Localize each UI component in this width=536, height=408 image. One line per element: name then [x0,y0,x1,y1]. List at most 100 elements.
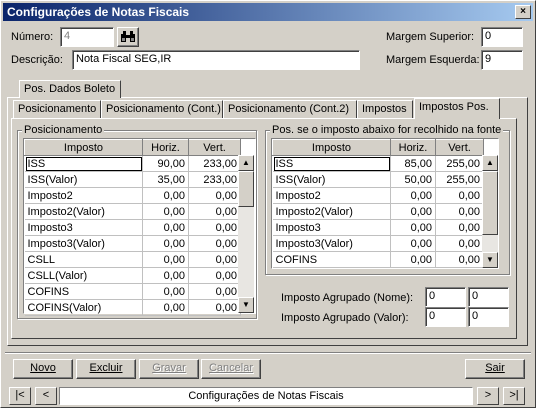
imposto-cell[interactable]: Imposto3 [272,219,391,236]
tab-posicionamento[interactable]: Posicionamento [13,100,101,118]
vert-cell[interactable]: 0,00 [188,251,241,268]
table-row[interactable]: COFINS 0,00 0,00 [272,251,484,268]
column-header-vert[interactable]: Vert. [435,139,484,156]
nav-first-button[interactable]: |< [9,387,31,405]
horiz-cell[interactable]: 0,00 [390,203,436,220]
table-row[interactable]: Imposto2(Valor) 0,00 0,00 [24,203,241,220]
scroll-thumb[interactable] [238,171,254,207]
imposto-cell[interactable]: CSLL [24,251,143,268]
horiz-cell[interactable]: 0,00 [142,299,189,316]
horiz-cell[interactable]: 0,00 [142,235,189,252]
imposto-cell[interactable]: Imposto3(Valor) [272,235,391,252]
tab-posicionamento-cont[interactable]: Posicionamento (Cont.) [101,100,223,118]
cancelar-button[interactable]: Cancelar [201,359,261,379]
imposto-cell[interactable]: CSLL(Valor) [24,267,143,284]
vert-cell[interactable]: 0,00 [188,235,241,252]
column-header-vert[interactable]: Vert. [188,139,241,156]
imposto-cell[interactable]: COFINS [272,251,391,268]
gravar-button[interactable]: Gravar [139,359,199,379]
agrupado-nome-x-field[interactable]: 0 [425,287,466,307]
vert-cell[interactable]: 255,00 [435,171,484,188]
agrupado-valor-y-field[interactable]: 0 [468,307,509,327]
imposto-cell[interactable]: COFINS(Valor) [24,299,143,316]
column-header-imposto[interactable]: Imposto [272,139,391,156]
vert-cell[interactable]: 0,00 [435,187,484,204]
column-header-horiz[interactable]: Horiz. [390,139,436,156]
novo-button[interactable]: Novo [13,359,73,379]
horiz-cell[interactable]: 0,00 [142,219,189,236]
margem-superior-field[interactable]: 0 [481,27,523,47]
nav-next-button[interactable]: > [477,387,499,405]
table-row[interactable]: COFINS(Valor) 0,00 0,00 [24,299,241,316]
scroll-down-button[interactable]: ▼ [482,252,498,268]
margem-esquerda-field[interactable]: 9 [481,50,523,70]
vert-cell[interactable]: 255,00 [435,155,484,172]
posicionamento-grid[interactable]: Imposto Horiz. Vert. ISS 90,00 233,00 ISS(V… [23,138,256,316]
horiz-cell[interactable]: 0,00 [142,283,189,300]
tab-pos-dados-boleto[interactable]: Pos. Dados Boleto [19,80,121,98]
horiz-cell[interactable]: 0,00 [390,235,436,252]
imposto-cell[interactable]: Imposto3(Valor) [24,235,143,252]
vert-cell[interactable]: 233,00 [188,155,241,172]
table-row[interactable]: Imposto3(Valor) 0,00 0,00 [24,235,241,252]
table-row[interactable]: Imposto3 0,00 0,00 [272,219,484,236]
horiz-cell[interactable]: 85,00 [390,155,436,172]
agrupado-valor-x-field[interactable]: 0 [425,307,466,327]
table-row[interactable]: Imposto3(Valor) 0,00 0,00 [272,235,484,252]
imposto-cell[interactable]: Imposto2 [272,187,391,204]
horiz-cell[interactable]: 0,00 [142,203,189,220]
table-row[interactable]: Imposto3 0,00 0,00 [24,219,241,236]
vert-cell[interactable]: 0,00 [188,299,241,316]
vert-cell[interactable]: 0,00 [435,251,484,268]
imposto-cell[interactable]: ISS [24,155,143,172]
imposto-cell[interactable]: Imposto2(Valor) [24,203,143,220]
table-row[interactable]: ISS 90,00 233,00 [24,155,241,172]
horiz-cell[interactable]: 35,00 [142,171,189,188]
table-row[interactable]: ISS 85,00 255,00 [272,155,484,172]
imposto-cell[interactable]: Imposto2 [24,187,143,204]
horiz-cell[interactable]: 90,00 [142,155,189,172]
search-button[interactable] [117,27,139,47]
nav-prev-button[interactable]: < [35,387,57,405]
tab-posicionamento-cont2[interactable]: Posicionamento (Cont.2) [223,100,357,118]
imposto-cell[interactable]: ISS(Valor) [24,171,143,188]
horiz-cell[interactable]: 0,00 [390,251,436,268]
vert-cell[interactable]: 0,00 [188,267,241,284]
scroll-thumb[interactable] [482,171,498,235]
scroll-down-button[interactable]: ▼ [238,297,254,313]
nav-last-button[interactable]: >| [503,387,525,405]
imposto-cell[interactable]: COFINS [24,283,143,300]
horiz-cell[interactable]: 0,00 [142,251,189,268]
column-header-imposto[interactable]: Imposto [24,139,143,156]
vert-cell[interactable]: 0,00 [435,203,484,220]
vert-cell[interactable]: 0,00 [435,235,484,252]
imposto-cell[interactable]: Imposto3 [24,219,143,236]
numero-field[interactable]: 4 [60,27,114,47]
vert-cell[interactable]: 0,00 [188,283,241,300]
horiz-cell[interactable]: 0,00 [142,267,189,284]
horiz-cell[interactable]: 0,00 [390,187,436,204]
horiz-cell[interactable]: 0,00 [142,187,189,204]
left-vertical-scrollbar[interactable]: ▲ ▼ [238,155,254,313]
table-row[interactable]: ISS(Valor) 50,00 255,00 [272,171,484,188]
vert-cell[interactable]: 0,00 [188,187,241,204]
vert-cell[interactable]: 233,00 [188,171,241,188]
horiz-cell[interactable]: 0,00 [390,219,436,236]
table-row[interactable]: Imposto2(Valor) 0,00 0,00 [272,203,484,220]
vert-cell[interactable]: 0,00 [435,219,484,236]
right-vertical-scrollbar[interactable]: ▲ ▼ [482,155,498,268]
scroll-up-button[interactable]: ▲ [238,155,254,171]
horiz-cell[interactable]: 50,00 [390,171,436,188]
table-row[interactable]: Imposto2 0,00 0,00 [24,187,241,204]
column-header-horiz[interactable]: Horiz. [142,139,189,156]
vert-cell[interactable]: 0,00 [188,219,241,236]
tab-impostos-pos[interactable]: Impostos Pos. [414,98,500,119]
scroll-up-button[interactable]: ▲ [482,155,498,171]
sair-button[interactable]: Sair [465,359,525,379]
imposto-cell[interactable]: ISS(Valor) [272,171,391,188]
descricao-field[interactable]: Nota Fiscal SEG,IR [72,50,360,70]
imposto-cell[interactable]: Imposto2(Valor) [272,203,391,220]
table-row[interactable]: ISS(Valor) 35,00 233,00 [24,171,241,188]
vert-cell[interactable]: 0,00 [188,203,241,220]
table-row[interactable]: COFINS 0,00 0,00 [24,283,241,300]
